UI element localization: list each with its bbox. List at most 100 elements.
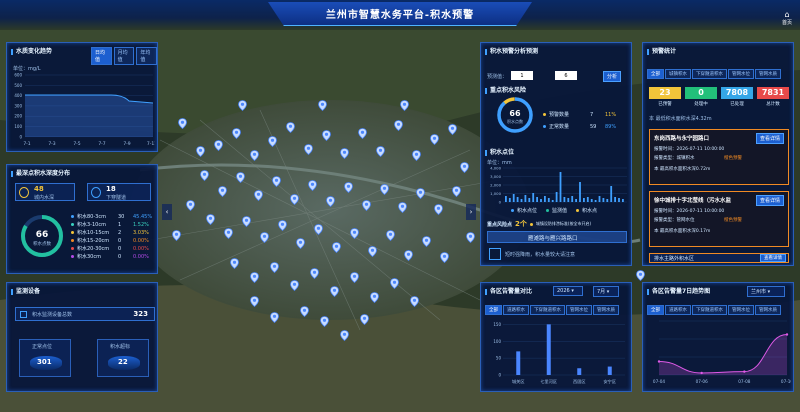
map-pin-icon[interactable] [410, 296, 419, 308]
map-pin-icon[interactable] [386, 230, 395, 242]
tab-road-water[interactable]: 道路积水 [665, 305, 691, 315]
district-select[interactable]: 兰州市 ▾ [747, 286, 785, 297]
map-pin-icon[interactable] [400, 100, 409, 112]
map-pin-icon[interactable] [304, 144, 313, 156]
map-pin-icon[interactable] [270, 262, 279, 274]
tab-pipe-level[interactable]: 管网水位 [566, 305, 592, 315]
tab-all[interactable]: 全部 [647, 305, 664, 315]
map-pin-icon[interactable] [200, 170, 209, 182]
map-pin-icon[interactable] [360, 314, 369, 326]
map-pin-icon[interactable] [430, 134, 439, 146]
map-pin-icon[interactable] [344, 182, 353, 194]
tab-tunnel-water[interactable]: 下穿隧道积水 [692, 305, 727, 315]
map-pin-icon[interactable] [254, 190, 263, 202]
map-pin-icon[interactable] [300, 306, 309, 318]
map-pin-icon[interactable] [322, 130, 331, 142]
map-pin-icon[interactable] [196, 146, 205, 158]
map-pin-icon[interactable] [218, 186, 227, 198]
map-arrow-left[interactable]: ‹ [162, 204, 172, 220]
map-pin-icon[interactable] [178, 118, 187, 130]
map-pin-icon[interactable] [422, 236, 431, 248]
year-select[interactable]: 2026 ▾ [553, 286, 583, 296]
map-pin-icon[interactable] [238, 100, 247, 112]
map-pin-icon[interactable] [260, 232, 269, 244]
map-pin-icon[interactable] [286, 122, 295, 134]
map-pin-icon[interactable] [440, 252, 449, 264]
map-pin-icon[interactable] [308, 180, 317, 192]
map-pin-icon[interactable] [404, 250, 413, 262]
map-pin-icon[interactable] [268, 136, 277, 148]
tab-monthly[interactable]: 月均值 [113, 47, 135, 65]
map-pin-icon[interactable] [452, 186, 461, 198]
map-pin-icon[interactable] [242, 216, 251, 228]
map-pin-icon[interactable] [250, 296, 259, 308]
map-pin-icon[interactable] [350, 272, 359, 284]
tab-all[interactable]: 全部 [485, 305, 502, 315]
map-pin-icon[interactable] [186, 200, 195, 212]
forecast-input-1[interactable] [511, 71, 533, 80]
map-pin-icon[interactable] [368, 246, 377, 258]
map-pin-icon[interactable] [214, 140, 223, 152]
forecast-input-2[interactable] [555, 71, 577, 80]
month-select[interactable]: 7月 ▾ [593, 286, 619, 297]
map-pin-icon[interactable] [290, 194, 299, 206]
map-pin-icon[interactable] [636, 270, 645, 282]
map-pin-icon[interactable] [326, 196, 335, 208]
map-pin-icon[interactable] [340, 148, 349, 160]
tab-yearly[interactable]: 年均值 [136, 47, 158, 65]
tab-tunnel-water[interactable]: 下穿隧道积水 [530, 305, 565, 315]
alert-detail-button[interactable]: 查看详情 [755, 195, 784, 206]
alert-card[interactable]: 东岗西路与永宁园路口 查看详情 报警时间：2026-07-11 10:00:00 报警… [649, 129, 789, 185]
map-pin-icon[interactable] [434, 204, 443, 216]
map-arrow-right[interactable]: › [466, 204, 476, 220]
map-pin-icon[interactable] [412, 150, 421, 162]
map-pin-icon[interactable] [398, 202, 407, 214]
tab-pipe-quality[interactable]: 管网水质 [755, 305, 781, 315]
map-pin-icon[interactable] [270, 312, 279, 324]
map-pin-icon[interactable] [236, 172, 245, 184]
tab-city-water[interactable]: 城镇积水 [665, 69, 691, 79]
map-pin-icon[interactable] [310, 268, 319, 280]
map-pin-icon[interactable] [376, 146, 385, 158]
map-pin-icon[interactable] [278, 220, 287, 232]
map-pin-icon[interactable] [314, 224, 323, 236]
map-pin-icon[interactable] [290, 280, 299, 292]
map-pin-icon[interactable] [224, 228, 233, 240]
map-pin-icon[interactable] [416, 188, 425, 200]
tab-pipe-quality[interactable]: 管网水质 [593, 305, 619, 315]
map-pin-icon[interactable] [362, 200, 371, 212]
footer-detail-button[interactable]: 查看详情 [760, 254, 786, 262]
map-pin-icon[interactable] [296, 238, 305, 250]
map-pin-icon[interactable] [448, 124, 457, 136]
map-pin-icon[interactable] [370, 292, 379, 304]
home-button[interactable]: ⌂ 首页 [780, 10, 794, 26]
map-pin-icon[interactable] [390, 278, 399, 290]
map-pin-icon[interactable] [358, 128, 367, 140]
map-pin-icon[interactable] [250, 150, 259, 162]
map-pin-icon[interactable] [172, 230, 181, 242]
tab-tunnel-water[interactable]: 下穿隧道积水 [692, 69, 727, 79]
map-pin-icon[interactable] [250, 272, 259, 284]
map-pin-icon[interactable] [318, 100, 327, 112]
map-pin-icon[interactable] [394, 120, 403, 132]
road-box[interactable]: 雁滩路与雁兴路路口 [487, 231, 627, 243]
analyze-button[interactable]: 分析 [603, 71, 622, 82]
map-pin-icon[interactable] [320, 316, 329, 328]
map-pin-icon[interactable] [330, 286, 339, 298]
map-pin-icon[interactable] [206, 214, 215, 226]
tab-daily[interactable]: 日均值 [91, 47, 112, 65]
map-pin-icon[interactable] [340, 330, 349, 342]
tab-pipe-level[interactable]: 管网水位 [728, 305, 754, 315]
map-pin-icon[interactable] [460, 162, 469, 174]
tab-pipe-level[interactable]: 管网水位 [728, 69, 754, 79]
tab-road-water[interactable]: 道路积水 [503, 305, 529, 315]
map-pin-icon[interactable] [380, 184, 389, 196]
tab-pipe-quality[interactable]: 管网水质 [755, 69, 781, 79]
alert-card[interactable]: 徐中城排十字北莹线（污水水监 查看详情 报警时间：2026-07-11 10:00:… [649, 191, 789, 247]
map-pin-icon[interactable] [332, 242, 341, 254]
map-pin-icon[interactable] [230, 258, 239, 270]
map-pin-icon[interactable] [350, 228, 359, 240]
map-pin-icon[interactable] [232, 128, 241, 140]
map-pin-icon[interactable] [466, 232, 475, 244]
map-pin-icon[interactable] [272, 176, 281, 188]
